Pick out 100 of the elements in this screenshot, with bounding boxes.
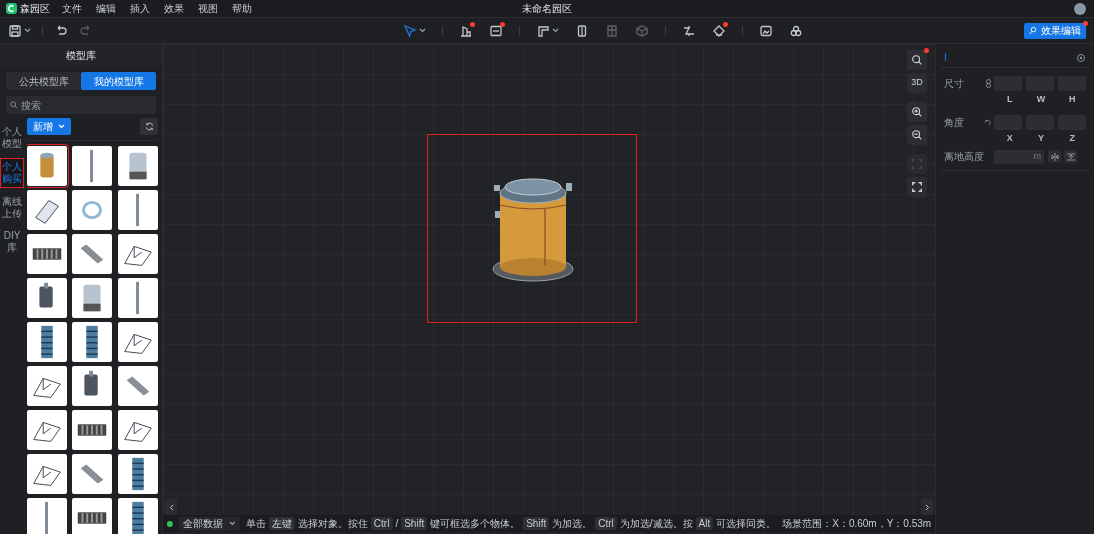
category-tab[interactable]: 离线上传: [0, 194, 24, 222]
chevron-left-icon: [168, 503, 174, 511]
model-thumbnail[interactable]: [72, 453, 113, 494]
menu-item[interactable]: 文件: [62, 1, 82, 16]
building-tool-button[interactable]: [459, 23, 473, 38]
object-name: I: [944, 51, 947, 65]
menu-item[interactable]: 效果: [164, 1, 184, 16]
mirror-button[interactable]: [1048, 150, 1061, 163]
property-label: 离地高度: [944, 150, 985, 164]
view-mode-button[interactable]: 3D: [907, 73, 927, 93]
collapse-right-button[interactable]: [921, 499, 933, 515]
model-thumbnail[interactable]: [117, 409, 158, 450]
app-logo-icon: [6, 3, 17, 14]
model-thumbnail[interactable]: [117, 189, 158, 230]
refresh-icon: [144, 122, 154, 132]
caret-icon: [552, 28, 559, 33]
effect-tool-button[interactable]: [789, 23, 803, 38]
model-thumbnail[interactable]: [72, 277, 113, 318]
3d-viewport[interactable]: 3D 全部数据 单击 左键 选择对象。按住 Ctrl / Shift 键可框选多个物体。 Shift 为加选。 Ctrl 为加选/减选。按 Alt 可选择同类。 场景范围：X：0.60m，Y：0.53m: [163, 44, 935, 534]
model-thumbnail[interactable]: [72, 409, 113, 450]
path-tool-button[interactable]: [682, 23, 696, 38]
model-thumbnail[interactable]: [72, 145, 113, 186]
library-tab[interactable]: 公共模型库: [6, 72, 81, 90]
data-filter-dropdown[interactable]: 全部数据: [178, 516, 240, 531]
axis-label: L: [1005, 93, 1014, 106]
chevron-right-icon: [924, 503, 930, 511]
align-icon: [1066, 152, 1075, 161]
model-thumbnail[interactable]: [27, 233, 67, 274]
add-button[interactable]: 新增: [27, 118, 71, 136]
model-thumbnail[interactable]: [117, 453, 158, 494]
library-tab[interactable]: 我的模型库: [81, 72, 156, 90]
app-name: 森园区: [20, 2, 50, 16]
key-label: Ctrl: [370, 517, 393, 530]
caret-icon: [58, 124, 65, 130]
zoom-out-icon: [911, 129, 923, 141]
model-thumbnail[interactable]: [117, 277, 158, 318]
model-thumbnail[interactable]: [72, 233, 113, 274]
corner-icon: [536, 23, 550, 38]
model-thumbnail[interactable]: [72, 189, 113, 230]
image-icon: [759, 23, 773, 38]
cad-tool-button[interactable]: [489, 23, 503, 38]
model-thumbnail[interactable]: [27, 321, 67, 362]
mirror-icon: [1050, 152, 1059, 161]
menu-item[interactable]: 插入: [130, 1, 150, 16]
scene-range-text: 场景范围：X：0.60m，Y：0.53m: [782, 517, 932, 531]
image-tool-button[interactable]: [759, 23, 773, 38]
model-thumbnail[interactable]: [27, 497, 67, 534]
magic-wand-icon: [1029, 26, 1038, 35]
model-thumbnail[interactable]: [72, 497, 113, 534]
hint-text: 为加选。: [552, 517, 593, 531]
zoom-out-button[interactable]: [907, 125, 927, 145]
key-label: Ctrl: [595, 517, 617, 530]
align-button[interactable]: [1064, 150, 1077, 163]
model-thumbnail[interactable]: [27, 365, 67, 406]
shape-icon: [712, 23, 726, 38]
search-button[interactable]: [907, 50, 927, 70]
category-tab[interactable]: 个人购买: [0, 158, 24, 188]
hint-text: 选择对象。按住: [297, 517, 368, 531]
collapse-left-button[interactable]: [165, 499, 177, 515]
zoom-in-button[interactable]: [907, 102, 927, 122]
wall-tool-button[interactable]: [536, 23, 559, 38]
cluster-icon: [789, 23, 803, 38]
menu-item[interactable]: 编辑: [96, 1, 116, 16]
model-thumbnail[interactable]: [27, 145, 67, 186]
settings-icon: [1076, 52, 1086, 63]
refresh-button[interactable]: [140, 118, 158, 136]
fullscreen-icon: [911, 181, 923, 193]
save-button[interactable]: [8, 23, 31, 38]
panel-title: 模型库: [66, 48, 96, 63]
hint-text: 为加选/减选。按: [619, 517, 693, 531]
building-icon: [459, 23, 473, 38]
model-thumbnail[interactable]: [117, 233, 158, 274]
door-icon: [575, 23, 589, 38]
model-thumbnail[interactable]: [72, 365, 113, 406]
model-thumbnail[interactable]: [27, 409, 67, 450]
hint-text: 可选择同类。: [716, 517, 777, 531]
model-thumbnail[interactable]: [27, 277, 67, 318]
door-tool-button[interactable]: [575, 23, 589, 38]
hint-text: 单击: [245, 517, 266, 531]
model-thumbnail[interactable]: [117, 321, 158, 362]
caret-icon: [228, 521, 236, 526]
model-thumbnail[interactable]: [27, 189, 67, 230]
category-tab[interactable]: 个人模型: [0, 124, 24, 152]
category-tab[interactable]: DIY库: [0, 228, 24, 256]
fullscreen-button[interactable]: [907, 177, 927, 197]
menu-item[interactable]: 帮助: [232, 1, 252, 16]
model-thumbnail[interactable]: [117, 497, 158, 534]
model-thumbnail[interactable]: [27, 453, 67, 494]
cursor-icon: [403, 23, 417, 38]
user-avatar[interactable]: [1074, 3, 1086, 15]
effect-edit-button[interactable]: 效果编辑: [1024, 22, 1086, 39]
search-field[interactable]: 搜索: [6, 96, 156, 114]
plant-tool-button[interactable]: [712, 23, 726, 38]
model-thumbnail[interactable]: [117, 365, 158, 406]
pointer-tool-button[interactable]: [403, 23, 426, 38]
model-thumbnail[interactable]: [72, 321, 113, 362]
caret-icon: [419, 28, 426, 33]
menu-item[interactable]: 视图: [198, 1, 218, 16]
model-thumbnail[interactable]: [117, 145, 158, 186]
save-icon: [8, 23, 22, 38]
